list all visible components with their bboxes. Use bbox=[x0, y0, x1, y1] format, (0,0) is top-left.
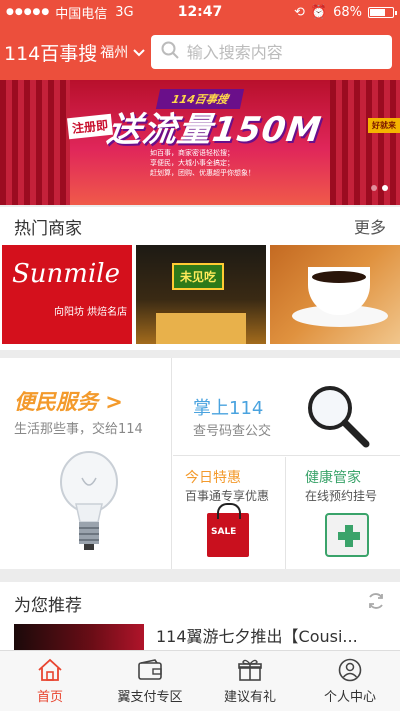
hot-merchants-title: 热门商家 bbox=[14, 218, 82, 239]
tab-home-label: 首页 bbox=[36, 689, 63, 705]
health-subtitle: 在线预约挂号 bbox=[305, 489, 378, 503]
palm-114-title: 掌上114 bbox=[193, 398, 264, 419]
merchant-card-restaurant[interactable]: 未见吃 bbox=[136, 245, 266, 344]
magnifier-icon bbox=[308, 386, 370, 448]
promo-banner[interactable]: 114百事搜 注册即 送流量150M 如百事，商家密语轻松搜； 享便民，大城小事… bbox=[0, 80, 400, 205]
network-label: 3G bbox=[115, 4, 134, 20]
alarm-icon: ⏰ bbox=[310, 4, 328, 20]
bottom-tab-bar: 首页 翼支付专区 建议有礼 个人中心 bbox=[0, 650, 400, 711]
daily-deals-card[interactable]: 今日特惠 百事通专享优惠 SALE bbox=[173, 457, 286, 569]
top-bar: ●●●●● 中国电信 3G 12:47 ⟲ ⏰ 68% 114百事搜 福州 bbox=[0, 0, 400, 80]
pager-dot-active bbox=[382, 185, 388, 191]
tab-home[interactable]: 首页 bbox=[0, 651, 100, 711]
recommend-section: 为您推荐 114翼游七夕推出【Cousi... bbox=[0, 582, 400, 650]
shopping-bag-icon: SALE bbox=[207, 503, 249, 557]
convenience-subtitle: 生活那些事，交给114 bbox=[14, 422, 143, 437]
merchant-sub: 向阳坊 烘焙名店 bbox=[54, 307, 128, 318]
app-brand: 114百事搜 bbox=[4, 42, 98, 65]
battery-icon bbox=[368, 6, 397, 18]
storefront bbox=[156, 310, 246, 344]
health-title: 健康管家 bbox=[305, 470, 361, 486]
curtain-right bbox=[330, 80, 400, 205]
merchant-sign: 未见吃 bbox=[172, 263, 225, 290]
banner-headline: 送流量150M bbox=[104, 110, 325, 150]
merchant-card-coffee[interactable] bbox=[270, 245, 400, 344]
recommend-title: 为您推荐 bbox=[14, 595, 82, 616]
tab-wallet[interactable]: 翼支付专区 bbox=[100, 651, 200, 711]
daily-deals-subtitle: 百事通专享优惠 bbox=[185, 489, 270, 503]
tab-suggest-label: 建议有礼 bbox=[223, 689, 276, 705]
merchant-logo: Sunmile bbox=[12, 259, 120, 289]
light-bulb-icon bbox=[60, 451, 118, 550]
search-input[interactable] bbox=[186, 42, 382, 62]
city-label: 福州 bbox=[100, 45, 129, 61]
more-link[interactable]: 更多 bbox=[354, 214, 386, 238]
tab-profile-label: 个人中心 bbox=[323, 689, 376, 705]
tab-profile[interactable]: 个人中心 bbox=[300, 651, 400, 711]
recommend-thumbnail bbox=[14, 624, 144, 650]
banner-pager bbox=[371, 185, 388, 191]
search-icon bbox=[161, 41, 179, 63]
battery-percent: 68% bbox=[333, 4, 362, 20]
merchant-card-sunmile[interactable]: Sunmile 向阳坊 烘焙名店 bbox=[2, 245, 132, 344]
convenience-service-card[interactable]: 便民服务 > 生活那些事，交给114 bbox=[0, 358, 172, 569]
palm-114-card[interactable]: 掌上114 查号码查公交 bbox=[173, 358, 400, 456]
status-bar: ●●●●● 中国电信 3G 12:47 ⟲ ⏰ 68% bbox=[0, 0, 400, 24]
lock-rotation-icon: ⟲ bbox=[294, 4, 305, 20]
pager-dot bbox=[371, 185, 377, 191]
tab-suggest-gift[interactable]: 建议有礼 bbox=[200, 651, 300, 711]
recommend-item-text: 114翼游七夕推出【Cousi... bbox=[156, 627, 358, 646]
wallet-icon bbox=[138, 658, 162, 680]
daily-deals-title: 今日特惠 bbox=[185, 470, 241, 486]
health-manager-card[interactable]: 健康管家 在线预约挂号 bbox=[287, 457, 400, 569]
signal-icon: ●●●●● bbox=[6, 7, 51, 17]
chevron-down-icon bbox=[133, 45, 145, 61]
palm-114-subtitle: 查号码查公交 bbox=[193, 424, 272, 439]
gift-icon bbox=[238, 659, 262, 681]
banner-badge: 好就来 bbox=[368, 118, 400, 133]
tab-wallet-label: 翼支付专区 bbox=[117, 689, 183, 705]
city-selector[interactable]: 福州 bbox=[100, 42, 145, 62]
refresh-icon[interactable] bbox=[366, 591, 386, 615]
user-icon bbox=[338, 658, 362, 681]
services-section: 便民服务 > 生活那些事，交给114 掌上114 查号码查公交 今日特惠 百事通… bbox=[0, 358, 400, 569]
convenience-title: 便民服务 > bbox=[14, 390, 123, 414]
medical-kit-icon bbox=[325, 513, 369, 557]
merchant-list: Sunmile 向阳坊 烘焙名店 未见吃 bbox=[0, 245, 400, 344]
carrier-label: 中国电信 bbox=[55, 6, 108, 22]
hot-merchants-section: 热门商家 更多 Sunmile 向阳坊 烘焙名店 未见吃 bbox=[0, 207, 400, 350]
home-icon bbox=[38, 658, 62, 681]
banner-subtext: 如百事，商家密语轻松搜； 享便民，大城小事全搞定； 赶划算，团购、优惠超乎你想象… bbox=[150, 149, 255, 177]
search-box[interactable] bbox=[150, 35, 392, 69]
app-header: 114百事搜 福州 bbox=[0, 24, 400, 80]
recommend-item[interactable]: 114翼游七夕推出【Cousi... bbox=[0, 624, 400, 650]
